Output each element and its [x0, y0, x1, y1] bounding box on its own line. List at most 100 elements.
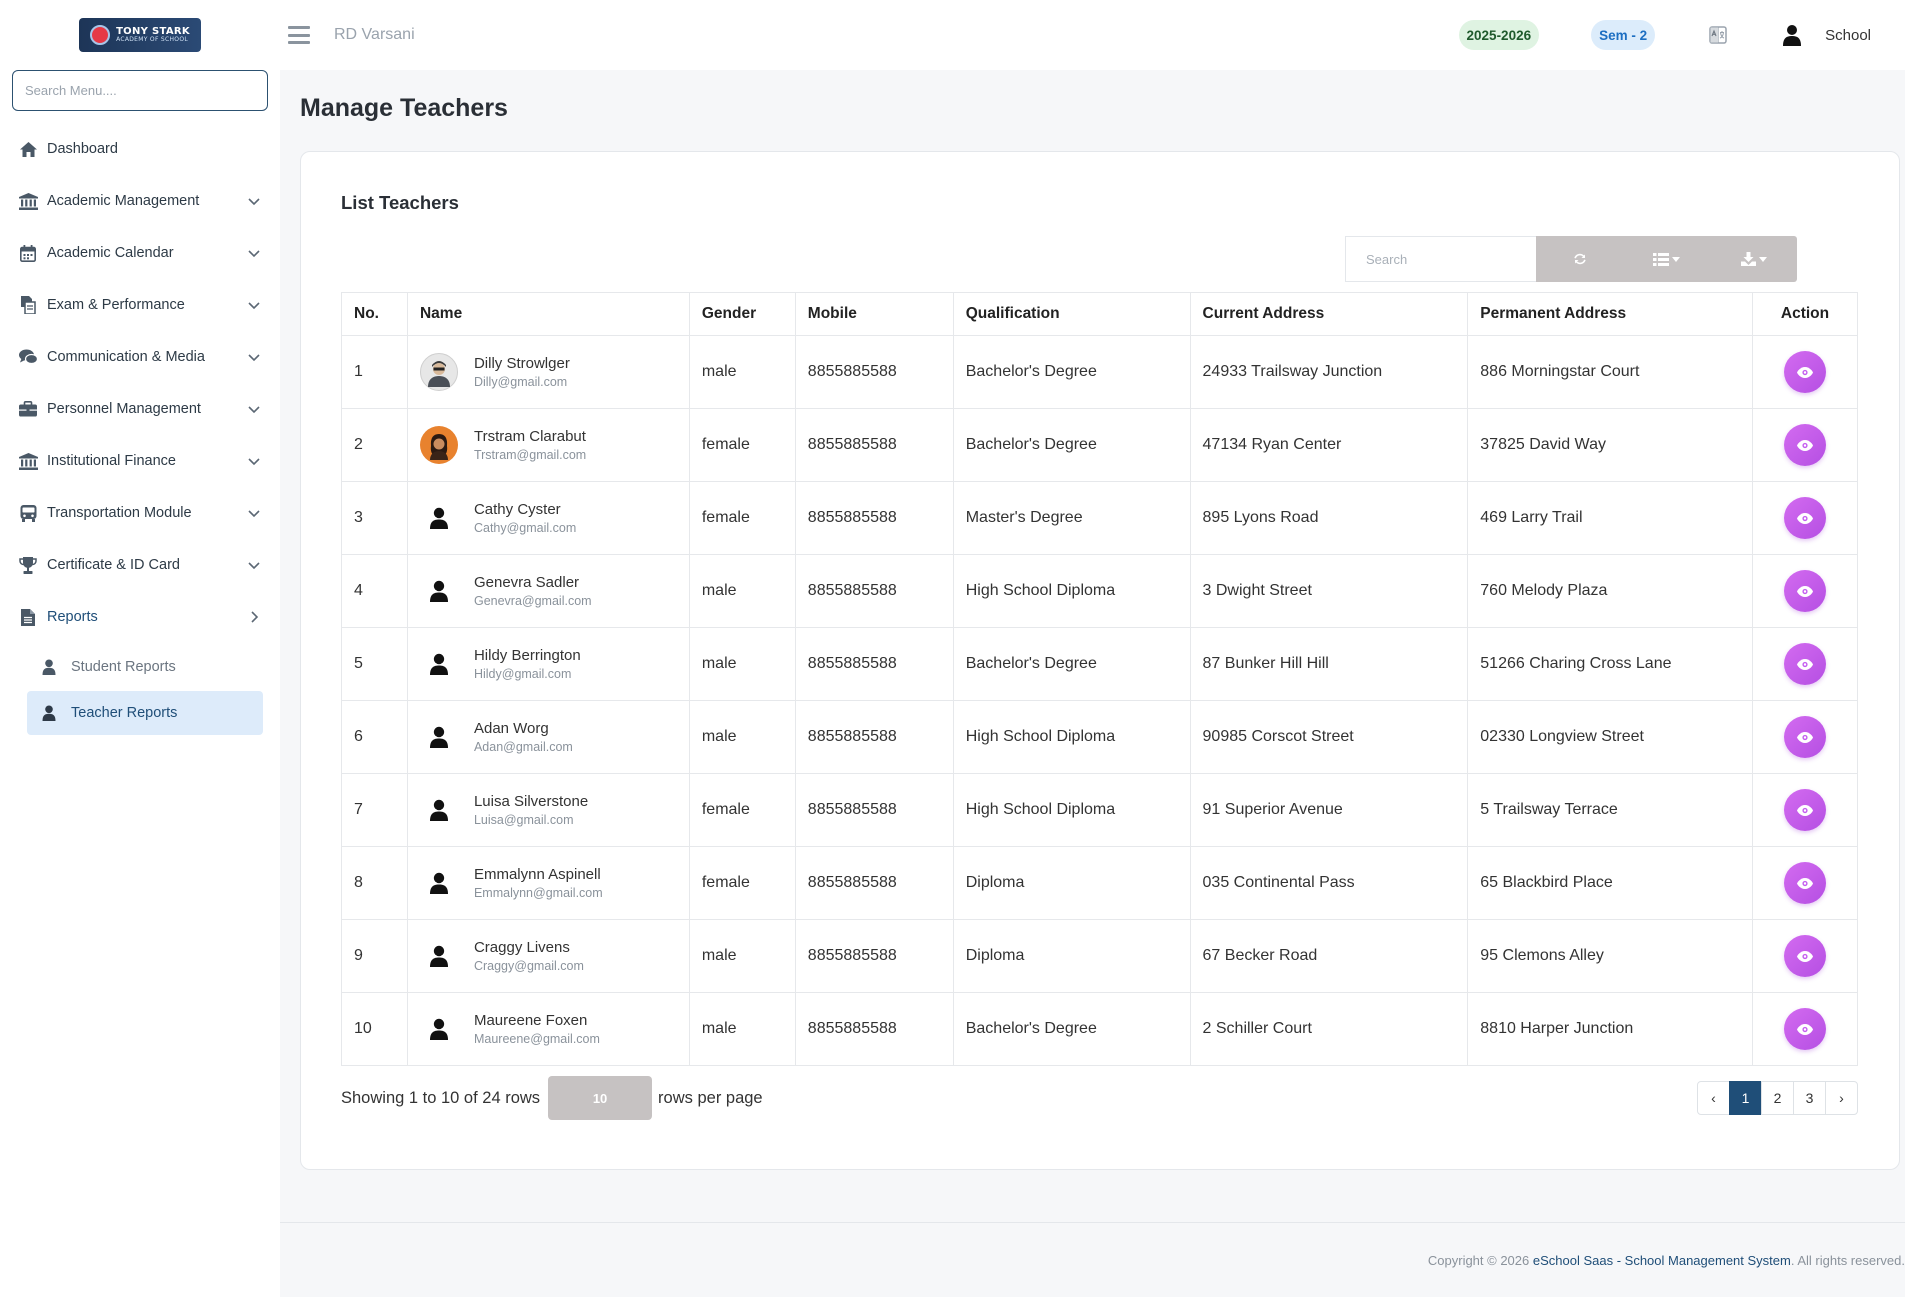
view-button[interactable] — [1783, 570, 1826, 612]
view-button[interactable] — [1783, 862, 1826, 904]
sidebar-subitem-teacher-reports[interactable]: Teacher Reports — [27, 691, 263, 735]
columns-toggle-button[interactable] — [1623, 236, 1710, 282]
teacher-email: Hildy@gmail.com — [473, 666, 572, 681]
cell-permanent-address: 5 Trailsway Terrace — [1467, 773, 1753, 847]
cell-qualification: Bachelor's Degree — [952, 335, 1191, 409]
teacher-name: Adan Worg — [473, 720, 549, 738]
view-button[interactable] — [1783, 351, 1826, 393]
sidebar-item-exam-performance[interactable]: Exam & Performance — [0, 279, 280, 331]
column-header-no[interactable]: No. — [341, 292, 408, 336]
table-row[interactable]: 7 Luisa Silverstone Luisa@gmail.com female 8… — [341, 773, 1859, 847]
cell-gender: female — [688, 846, 796, 920]
export-button[interactable] — [1710, 236, 1797, 282]
table-row[interactable]: 3 Cathy Cyster Cathy@gmail.com female 885588… — [341, 481, 1859, 555]
cell-mobile: 8855885588 — [794, 408, 954, 482]
cell-gender: male — [688, 627, 796, 701]
sidebar-item-reports[interactable]: Reports — [0, 591, 280, 643]
column-header-current-address[interactable]: Current Address — [1189, 292, 1469, 336]
teacher-email: Genevra@gmail.com — [473, 593, 592, 608]
view-button[interactable] — [1783, 716, 1826, 758]
sidebar-item-academic-calendar[interactable]: Academic Calendar — [0, 227, 280, 279]
cell-action — [1751, 554, 1859, 628]
table-row[interactable]: 10 Maureene Foxen Maureene@gmail.com male 88… — [341, 992, 1859, 1066]
view-button[interactable] — [1783, 935, 1826, 977]
cell-qualification: High School Diploma — [952, 773, 1191, 847]
table-search-box[interactable] — [1345, 236, 1536, 282]
sidebar-item-academic-management[interactable]: Academic Management — [0, 175, 280, 227]
cell-action — [1751, 481, 1859, 555]
pagination-page-2[interactable]: 2 — [1761, 1081, 1794, 1115]
menu-search-input[interactable] — [25, 83, 255, 98]
table-row[interactable]: 9 Craggy Livens Craggy@gmail.com male 885588… — [341, 919, 1859, 993]
view-button[interactable] — [1783, 1008, 1826, 1050]
chevron-down-icon — [248, 510, 260, 518]
sidebar-menu: Dashboard Academic Management Academic C… — [0, 123, 280, 643]
user-avatar-icon[interactable] — [1781, 24, 1803, 46]
cell-gender: male — [688, 554, 796, 628]
column-header-gender[interactable]: Gender — [688, 292, 796, 336]
column-header-permanent-address[interactable]: Permanent Address — [1467, 292, 1753, 336]
copyright-suffix: . All rights reserved. — [1790, 1253, 1905, 1268]
teacher-email: Craggy@gmail.com — [473, 958, 584, 973]
pagination-page-3[interactable]: 3 — [1793, 1081, 1826, 1115]
cell-gender: male — [688, 335, 796, 409]
language-translate-icon[interactable] — [1707, 24, 1729, 46]
hamburger-menu-icon[interactable] — [288, 26, 310, 44]
table-row[interactable]: 6 Adan Worg Adan@gmail.com male 8855885588 Hi… — [341, 700, 1859, 774]
chevron-down-icon — [248, 302, 260, 310]
column-header-mobile[interactable]: Mobile — [794, 292, 954, 336]
user-name[interactable]: School — [1825, 27, 1871, 44]
calendar-icon — [18, 243, 38, 263]
cell-current-address: 90985 Corscot Street — [1189, 700, 1469, 774]
sidebar-item-certificate-id-card[interactable]: Certificate & ID Card — [0, 539, 280, 591]
semester-badge[interactable]: Sem - 2 — [1591, 20, 1656, 50]
caret-down-icon — [1758, 256, 1767, 262]
pagination-next-button[interactable]: › — [1825, 1081, 1858, 1115]
list-columns-icon — [1653, 252, 1669, 266]
cell-no: 4 — [341, 554, 408, 628]
table-row[interactable]: 2 Trstram Clarabut Trstram@gmail.com female… — [341, 408, 1859, 482]
refresh-button[interactable] — [1536, 236, 1623, 282]
column-header-name[interactable]: Name — [406, 292, 690, 336]
table-row[interactable]: 1 Dilly Strowlger Dilly@gmail.com male 88558… — [341, 335, 1859, 409]
sidebar-item-transportation-module[interactable]: Transportation Module — [0, 487, 280, 539]
cell-qualification: Master's Degree — [952, 481, 1191, 555]
cell-mobile: 8855885588 — [794, 481, 954, 555]
pagination-page-1[interactable]: 1 — [1729, 1081, 1762, 1115]
sidebar: TONY STARK ACADEMY OF SCHOOL Dashboard A… — [0, 0, 280, 1297]
sidebar-item-personnel-management[interactable]: Personnel Management — [0, 383, 280, 435]
table-search-input[interactable] — [1366, 251, 1516, 267]
sidebar-item-dashboard[interactable]: Dashboard — [0, 123, 280, 175]
view-button[interactable] — [1783, 789, 1826, 831]
user-icon — [42, 705, 56, 721]
copyright-prefix: Copyright © 2026 — [1427, 1253, 1533, 1268]
table-row[interactable]: 4 Genevra Sadler Genevra@gmail.com male 8855… — [341, 554, 1859, 628]
table-row[interactable]: 5 Hildy Berrington Hildy@gmail.com male 8855… — [341, 627, 1859, 701]
logo[interactable]: TONY STARK ACADEMY OF SCHOOL — [0, 0, 280, 70]
view-button[interactable] — [1783, 424, 1826, 466]
sidebar-subitem-student-reports[interactable]: Student Reports — [27, 645, 263, 689]
teacher-photo — [419, 353, 458, 391]
teacher-name: Dilly Strowlger — [473, 355, 570, 373]
user-icon — [420, 1010, 458, 1048]
session-badge[interactable]: 2025-2026 — [1458, 20, 1540, 50]
view-button[interactable] — [1783, 497, 1826, 539]
cell-permanent-address: 8810 Harper Junction — [1467, 992, 1753, 1066]
menu-search-box[interactable] — [12, 70, 268, 111]
cell-permanent-address: 886 Morningstar Court — [1467, 335, 1753, 409]
sidebar-item-institutional-finance[interactable]: Institutional Finance — [0, 435, 280, 487]
cell-action — [1751, 627, 1859, 701]
copyright-link[interactable]: eSchool Saas - School Management System — [1533, 1253, 1791, 1268]
pagination-prev-button[interactable]: ‹ — [1697, 1081, 1730, 1115]
cell-no: 6 — [341, 700, 408, 774]
rows-per-page-select[interactable]: 10 — [548, 1076, 653, 1120]
cell-current-address: 67 Becker Road — [1189, 919, 1469, 993]
cell-current-address: 47134 Ryan Center — [1189, 408, 1469, 482]
cell-permanent-address: 469 Larry Trail — [1467, 481, 1753, 555]
cell-action — [1751, 408, 1859, 482]
table-row[interactable]: 8 Emmalynn Aspinell Emmalynn@gmail.com fema… — [341, 846, 1859, 920]
view-button[interactable] — [1783, 643, 1826, 685]
cell-mobile: 8855885588 — [794, 919, 954, 993]
sidebar-item-communication-media[interactable]: Communication & Media — [0, 331, 280, 383]
column-header-qualification[interactable]: Qualification — [952, 292, 1191, 336]
